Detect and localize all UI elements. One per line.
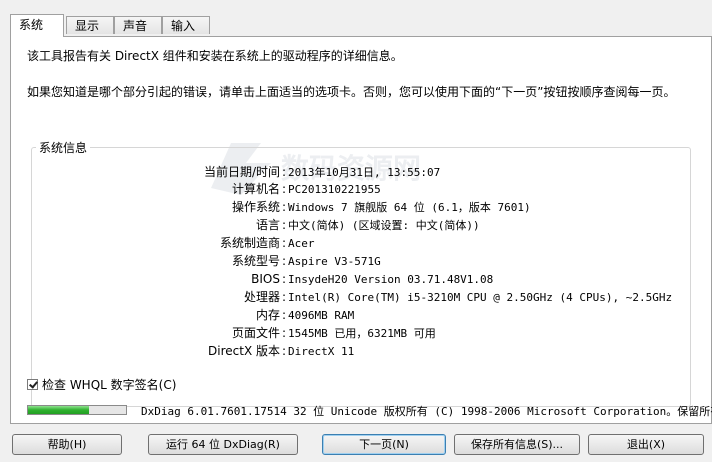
info-label: BIOS <box>251 272 280 286</box>
info-value: Aspire V3-571G <box>288 255 381 268</box>
info-label: 处理器 <box>243 290 280 304</box>
exit-button[interactable]: 退出(X) <box>588 434 704 455</box>
info-label: 系统制造商 <box>219 236 280 250</box>
system-info-title: 系统信息 <box>36 139 91 156</box>
info-label: 语言 <box>255 218 280 232</box>
copyright-text: DxDiag 6.01.7601.17514 32 位 Unicode 版权所有… <box>141 405 712 418</box>
info-label: 页面文件 <box>231 326 280 340</box>
system-info-group: 系统信息 当前日期/时间: 2013年10月31日, 13:55:07 计算机名… <box>31 139 691 407</box>
info-row-bios: BIOS: InsydeH20 Version 03.71.48V1.08 <box>251 272 494 286</box>
info-row-model: 系统型号: Aspire V3-571G <box>231 254 381 268</box>
save-all-info-button[interactable]: 保存所有信息(S)... <box>454 434 580 455</box>
info-value: Acer <box>288 237 315 250</box>
info-label: 当前日期/时间 <box>203 165 280 179</box>
whql-checkbox-label: 检查 WHQL 数字签名(C) <box>42 378 177 392</box>
info-value: DirectX 11 <box>288 345 355 358</box>
info-label: 计算机名 <box>231 182 280 196</box>
info-value: 4096MB RAM <box>288 309 355 322</box>
info-row-manufacturer: 系统制造商: Acer <box>219 236 315 250</box>
info-row-language: 语言: 中文(简体) (区域设置: 中文(简体)) <box>255 218 480 232</box>
tab-input[interactable]: 输入 <box>162 16 210 34</box>
info-value: 中文(简体) (区域设置: 中文(简体)) <box>288 219 480 232</box>
intro-text-1: 该工具报告有关 DirectX 组件和安装在系统上的驱动程序的详细信息。 <box>27 49 403 63</box>
info-value: Intel(R) Core(TM) i5-3210M CPU @ 2.50GHz… <box>288 291 673 304</box>
info-value: PC201310221955 <box>288 183 381 196</box>
info-label: 内存 <box>255 308 280 322</box>
info-row-datetime: 当前日期/时间: 2013年10月31日, 13:55:07 <box>203 165 441 179</box>
whql-checkbox-row[interactable]: 检查 WHQL 数字签名(C) <box>27 376 176 393</box>
progress-bar <box>27 405 127 415</box>
help-button[interactable]: 帮助(H) <box>12 434 122 455</box>
info-row-page-file: 页面文件: 1545MB 已用，6321MB 可用 <box>231 326 436 340</box>
intro-text-2: 如果您知道是哪个部分引起的错误，请单击上面适当的选项卡。否则，您可以使用下面的“… <box>27 85 676 99</box>
info-label: DirectX 版本 <box>208 344 280 358</box>
info-value: Windows 7 旗舰版 64 位 (6.1，版本 7601) <box>288 201 531 214</box>
progress-fill <box>28 406 89 414</box>
tab-sound[interactable]: 声音 <box>114 16 162 34</box>
tab-system[interactable]: 系统 <box>10 14 64 37</box>
system-tab-panel: 该工具报告有关 DirectX 组件和安装在系统上的驱动程序的详细信息。 如果您… <box>10 36 712 424</box>
info-value: InsydeH20 Version 03.71.48V1.08 <box>288 273 494 286</box>
info-label: 系统型号 <box>231 254 280 268</box>
info-row-memory: 内存: 4096MB RAM <box>255 308 355 322</box>
whql-checkbox[interactable] <box>27 379 38 390</box>
info-row-processor: 处理器: Intel(R) Core(TM) i5-3210M CPU @ 2.… <box>243 290 673 304</box>
next-page-button[interactable]: 下一页(N) <box>322 434 446 455</box>
info-row-directx: DirectX 版本: DirectX 11 <box>208 344 355 358</box>
info-value: 1545MB 已用，6321MB 可用 <box>288 327 436 340</box>
run-64bit-dxdiag-button[interactable]: 运行 64 位 DxDiag(R) <box>148 434 298 455</box>
info-label: 操作系统 <box>231 200 280 214</box>
info-row-computer-name: 计算机名: PC201310221955 <box>231 182 381 196</box>
tab-display[interactable]: 显示 <box>66 16 114 34</box>
info-value: 2013年10月31日, 13:55:07 <box>288 166 441 179</box>
info-row-os: 操作系统: Windows 7 旗舰版 64 位 (6.1，版本 7601) <box>231 200 531 214</box>
